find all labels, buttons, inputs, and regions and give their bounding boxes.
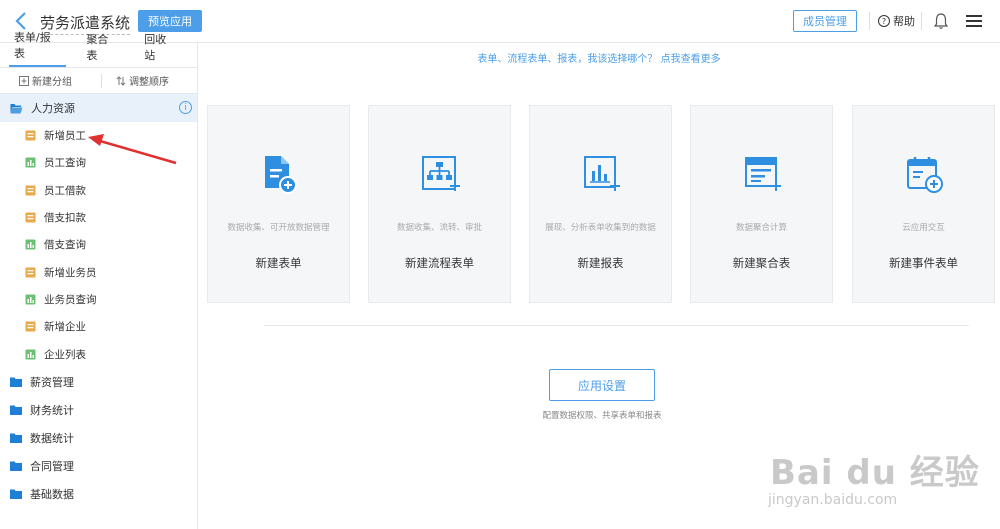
add-group-button[interactable]: 新建分组 [19, 73, 72, 88]
sidebar-item-form[interactable]: 新增员工 [0, 122, 197, 149]
report-icon [25, 239, 36, 250]
help-hint-link[interactable]: 表单、流程表单、报表，我该选择哪个？ 点我查看更多 [198, 50, 1000, 65]
bell-icon[interactable] [933, 12, 949, 30]
card-description: 数据聚合计算 [735, 223, 787, 233]
sidebar: 表单/报表 聚合表 回收站 新建分组 调整顺序 人力资源 i 新增员工员工查询员… [0, 31, 198, 529]
sort-icon [116, 75, 126, 86]
sidebar-item-report[interactable]: 企业列表 [0, 340, 197, 367]
sidebar-item-label: 借支查询 [44, 239, 86, 252]
sidebar-item-report[interactable]: 员工查询 [0, 149, 197, 176]
sidebar-item-report[interactable]: 借支查询 [0, 231, 197, 258]
folder-icon [10, 461, 22, 471]
divider [921, 12, 922, 30]
sidebar-item-label: 新增业务员 [44, 266, 97, 279]
sidebar-item-label: 员工查询 [44, 157, 86, 170]
new-aggregate-card[interactable]: 数据聚合计算 新建聚合表 [690, 105, 833, 303]
app-settings-description: 配置数据权限、共享表单和报表 [542, 411, 662, 421]
card-description: 数据收集、流转、审批 [396, 223, 482, 233]
sidebar-item-label: 借支扣款 [44, 212, 86, 225]
report-icon [25, 157, 36, 168]
folder-icon [10, 377, 22, 387]
group-label: 数据统计 [30, 431, 74, 445]
app-settings-button[interactable]: 应用设置 [549, 369, 655, 401]
group-finance[interactable]: 财务统计 [0, 396, 197, 424]
form-icon [25, 130, 36, 141]
sidebar-item-form[interactable]: 员工借款 [0, 177, 197, 204]
tab-forms-reports[interactable]: 表单/报表 [9, 29, 67, 67]
add-group-label: 新建分组 [32, 77, 72, 88]
help-button[interactable]: ? 帮助 [878, 13, 915, 29]
form-add-icon [265, 156, 297, 194]
watermark-url: jingyan.baidu.com [768, 492, 898, 508]
preview-app-button[interactable]: 预览应用 [138, 10, 202, 32]
reorder-button[interactable]: 调整顺序 [116, 73, 169, 88]
menu-icon[interactable] [965, 13, 983, 29]
folder-open-icon [10, 103, 23, 113]
divider [264, 325, 969, 326]
sidebar-item-label: 新增企业 [44, 321, 86, 334]
new-form-card[interactable]: 数据收集、可开放数据管理 新建表单 [207, 105, 350, 303]
folder-icon [10, 433, 22, 443]
watermark-brand: Bai du 经验 [770, 453, 980, 493]
sidebar-tabs: 表单/报表 聚合表 回收站 [0, 31, 197, 68]
card-description: 展现、分析表单收集到的数据 [545, 223, 656, 233]
card-title: 新建事件表单 [889, 256, 958, 270]
report-chart-icon [584, 156, 620, 191]
sidebar-item-form[interactable]: 新增企业 [0, 313, 197, 340]
sidebar-item-report[interactable]: 业务员查询 [0, 286, 197, 313]
group-label: 薪资管理 [30, 375, 74, 389]
new-report-card[interactable]: 展现、分析表单收集到的数据 新建报表 [529, 105, 672, 303]
group-salary[interactable]: 薪资管理 [0, 368, 197, 396]
form-icon [25, 185, 36, 196]
group-contracts[interactable]: 合同管理 [0, 452, 197, 480]
new-event-form-card[interactable]: 云应用交互 新建事件表单 [852, 105, 995, 303]
group-label: 基础数据 [30, 487, 74, 501]
divider [101, 73, 102, 88]
sidebar-item-form[interactable]: 新增业务员 [0, 258, 197, 285]
card-title: 新建表单 [255, 256, 302, 270]
tab-aggregate[interactable]: 聚合表 [81, 31, 124, 67]
help-label: 帮助 [893, 15, 915, 28]
group-label: 财务统计 [30, 403, 74, 417]
card-description: 数据收集、可开放数据管理 [227, 223, 330, 233]
card-description: 云应用交互 [902, 223, 945, 233]
group-label: 人力资源 [31, 102, 75, 115]
report-icon [25, 349, 36, 360]
folder-icon [10, 489, 22, 499]
new-flow-form-card[interactable]: 数据收集、流转、审批 新建流程表单 [368, 105, 511, 303]
card-title: 新建流程表单 [405, 256, 474, 270]
sidebar-item-form[interactable]: 借支扣款 [0, 204, 197, 231]
divider [869, 12, 870, 30]
form-icon [25, 267, 36, 278]
info-icon[interactable]: i [179, 101, 192, 114]
reorder-label: 调整顺序 [129, 77, 169, 88]
card-title: 新建聚合表 [732, 256, 791, 270]
member-management-button[interactable]: 成员管理 [793, 10, 857, 32]
group-hr[interactable]: 人力资源 i [0, 94, 197, 122]
plus-square-icon [19, 75, 29, 86]
sidebar-item-label: 员工借款 [44, 184, 86, 197]
form-icon [25, 212, 36, 223]
sidebar-item-label: 新增员工 [44, 130, 86, 143]
group-data-stats[interactable]: 数据统计 [0, 424, 197, 452]
form-icon [25, 321, 36, 332]
sidebar-item-label: 企业列表 [44, 348, 86, 361]
group-base-data[interactable]: 基础数据 [0, 480, 197, 508]
flow-form-icon [422, 156, 460, 191]
help-icon: ? [878, 15, 890, 27]
event-form-icon [907, 157, 943, 193]
sidebar-item-label: 业务员查询 [44, 293, 97, 306]
report-icon [25, 294, 36, 305]
card-title: 新建报表 [577, 256, 624, 270]
tab-recycle-bin[interactable]: 回收站 [139, 31, 182, 67]
sidebar-toolbar: 新建分组 调整顺序 [0, 68, 197, 94]
group-label: 合同管理 [30, 459, 74, 473]
aggregate-table-icon [745, 157, 781, 191]
group-items: 新增员工员工查询员工借款借支扣款借支查询新增业务员业务员查询新增企业企业列表 [0, 122, 197, 368]
folder-icon [10, 405, 22, 415]
